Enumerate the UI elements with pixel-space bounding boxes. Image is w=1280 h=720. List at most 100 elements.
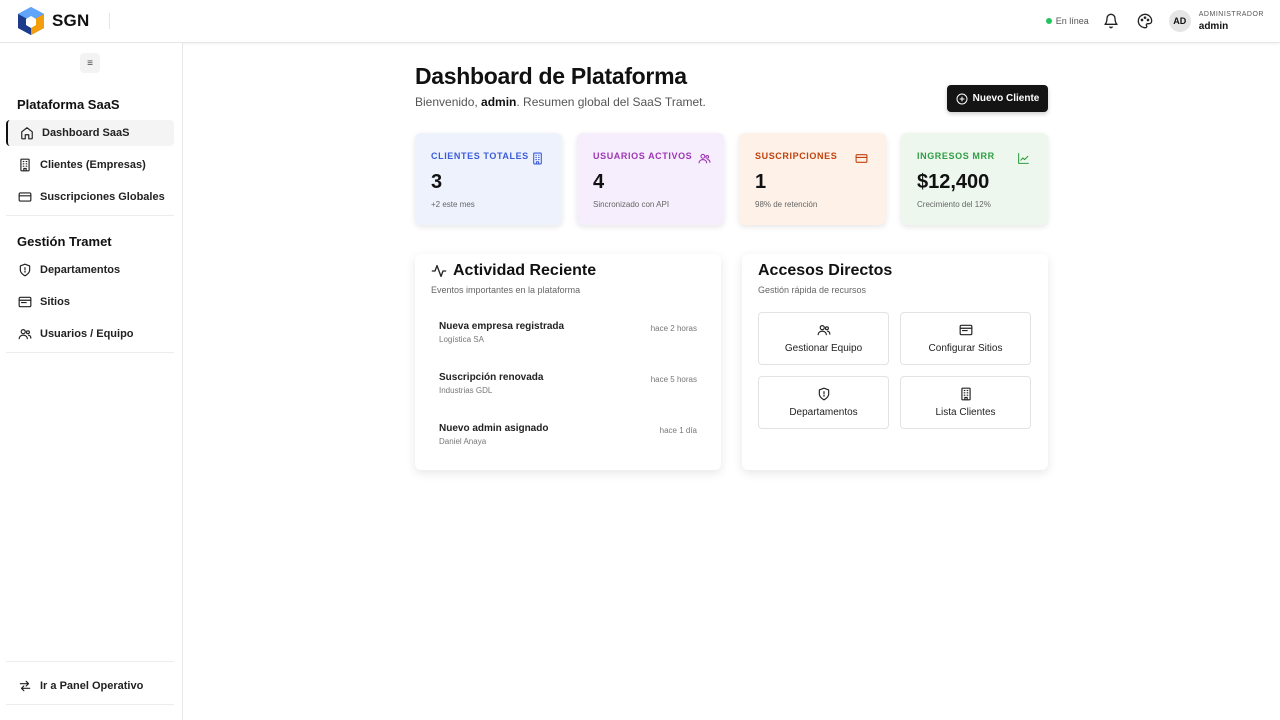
stat-note: +2 este mes (431, 200, 475, 209)
stat-note: 98% de retención (755, 200, 818, 209)
stat-value: 4 (593, 171, 605, 193)
credit-card-icon (855, 154, 868, 163)
swap-arrows-icon (19, 680, 31, 692)
sidebar-item-sitios[interactable]: Sitios (6, 289, 174, 315)
building-icon (960, 387, 971, 401)
activity-title: Actividad Reciente (431, 262, 596, 280)
sidebar-item-clientes[interactable]: Clientes (Empresas) (6, 152, 174, 178)
shortcut-label: Gestionar Equipo (784, 343, 863, 354)
sidebar-item-label: Dashboard SaaS (42, 127, 130, 139)
sidebar-item-label: Suscripciones Globales (40, 191, 165, 203)
sidebar-section-title: Gestión Tramet (17, 234, 112, 249)
activity-item-time: hace 1 día (659, 426, 697, 435)
palette-icon (1137, 13, 1153, 29)
stat-card-usuarios: USUARIOS ACTIVOS 4 Sincronizado con API (577, 133, 724, 225)
sidebar-item-usuarios[interactable]: Usuarios / Equipo (6, 321, 174, 347)
sidebar: ≡ Plataforma SaaS Dashboard SaaS Cliente… (0, 43, 183, 720)
avatar[interactable]: AD (1168, 10, 1191, 32)
theme-button[interactable] (1133, 9, 1157, 33)
sidebar-item-label: Ir a Panel Operativo (40, 680, 144, 692)
stat-note: Crecimiento del 12% (917, 200, 991, 209)
shield-icon (19, 263, 31, 277)
shortcut-configurar-sitios[interactable]: Configurar Sitios (900, 312, 1031, 365)
users-icon (817, 325, 830, 336)
sidebar-item-label: Sitios (40, 296, 70, 308)
sidebar-divider (6, 704, 174, 705)
shortcuts-panel: Accesos Directos Gestión rápida de recur… (742, 254, 1048, 470)
browser-window-icon (18, 296, 32, 308)
stat-value: $12,400 (917, 171, 990, 193)
top-bar: SGN En línea AD ADMINISTRADOR admin (0, 0, 1280, 43)
activity-item-title: Nuevo admin asignado (439, 423, 549, 434)
plus-circle-icon (956, 93, 968, 104)
sidebar-item-label: Departamentos (40, 264, 121, 276)
building-icon (533, 152, 542, 165)
shortcuts-subtitle: Gestión rápida de recursos (758, 285, 867, 295)
status-dot (1045, 18, 1052, 24)
sidebar-divider (6, 661, 174, 662)
new-client-label: Nuevo Cliente (972, 93, 1040, 104)
status-label: En línea (1055, 16, 1089, 26)
activity-panel: Actividad Reciente Eventos importantes e… (415, 254, 721, 470)
notifications-button[interactable] (1099, 9, 1123, 33)
logo-cube-icon (18, 7, 44, 35)
new-client-button[interactable]: Nuevo Cliente (947, 85, 1048, 112)
subtitle-user: admin (481, 95, 517, 109)
page-title: Dashboard de Plataforma (415, 63, 687, 89)
user-role: ADMINISTRADOR (1198, 10, 1264, 18)
shortcut-label: Lista Clientes (935, 407, 996, 418)
browser-window-icon (959, 324, 972, 336)
building-icon (20, 158, 30, 172)
activity-item-detail: Daniel Anaya (439, 437, 487, 446)
trend-up-icon (1018, 153, 1029, 164)
brand[interactable]: SGN (16, 6, 89, 36)
stat-card-suscripciones: SUSCRIPCIONES 1 98% de retención (739, 133, 886, 225)
sidebar-item-panel-operativo[interactable]: Ir a Panel Operativo (6, 673, 174, 699)
subtitle-text: Bienvenido, (415, 95, 482, 109)
activity-pulse-icon (431, 265, 447, 277)
sidebar-divider (6, 352, 174, 353)
sidebar-divider (6, 215, 174, 216)
top-bar-actions: En línea AD ADMINISTRADOR admin (1045, 7, 1264, 35)
brand-name: SGN (52, 11, 90, 30)
activity-item-detail: Industrias GDL (439, 386, 493, 395)
sidebar-item-dashboard[interactable]: Dashboard SaaS (6, 120, 174, 146)
user-info[interactable]: ADMINISTRADOR admin (1199, 11, 1264, 32)
stat-value: 3 (431, 171, 443, 193)
shortcut-departamentos[interactable]: Departamentos (758, 376, 889, 429)
sidebar-item-suscripciones[interactable]: Suscripciones Globales (6, 184, 174, 210)
bell-icon (1104, 13, 1118, 29)
shield-icon (818, 387, 829, 401)
activity-item-time: hace 5 horas (650, 375, 697, 384)
shortcut-label: Configurar Sitios (928, 343, 1003, 354)
sidebar-item-departamentos[interactable]: Departamentos (6, 257, 174, 283)
sidebar-collapse-button[interactable]: ≡ (80, 53, 100, 73)
sidebar-section-title: Plataforma SaaS (17, 97, 120, 112)
activity-item[interactable]: Nuevo admin asignado Daniel Anaya hace 1… (439, 423, 697, 446)
users-icon (698, 153, 711, 164)
page-subtitle: Bienvenido, admin. Resumen global del Sa… (415, 95, 706, 109)
stat-value: 1 (755, 171, 767, 193)
shortcuts-title: Accesos Directos (758, 262, 893, 279)
home-icon (21, 127, 33, 140)
shortcut-gestionar-equipo[interactable]: Gestionar Equipo (758, 312, 889, 365)
subtitle-text: . Resumen global del SaaS Tramet. (516, 95, 706, 109)
credit-card-icon (18, 192, 32, 202)
activity-item-time: hace 2 horas (650, 324, 697, 333)
online-status: En línea (1045, 16, 1089, 26)
stat-card-clientes: CLIENTES TOTALES 3 +2 este mes (415, 133, 562, 225)
activity-item[interactable]: Suscripción renovada Industrias GDL hace… (439, 372, 697, 395)
activity-item[interactable]: Nueva empresa registrada Logística SA ha… (439, 321, 697, 344)
stat-card-ingresos: INGRESOS MRR $12,400 Crecimiento del 12% (901, 133, 1048, 225)
activity-item-detail: Logística SA (439, 335, 484, 344)
shortcut-lista-clientes[interactable]: Lista Clientes (900, 376, 1031, 429)
stat-note: Sincronizado con API (593, 200, 670, 209)
users-icon (18, 329, 32, 340)
activity-title-text: Actividad Reciente (453, 262, 597, 279)
shortcut-label: Departamentos (789, 407, 858, 418)
divider (109, 13, 110, 29)
user-name: admin (1198, 20, 1229, 32)
sidebar-item-label: Clientes (Empresas) (40, 159, 146, 171)
sidebar-item-label: Usuarios / Equipo (40, 328, 134, 340)
activity-subtitle: Eventos importantes en la plataforma (431, 285, 581, 295)
